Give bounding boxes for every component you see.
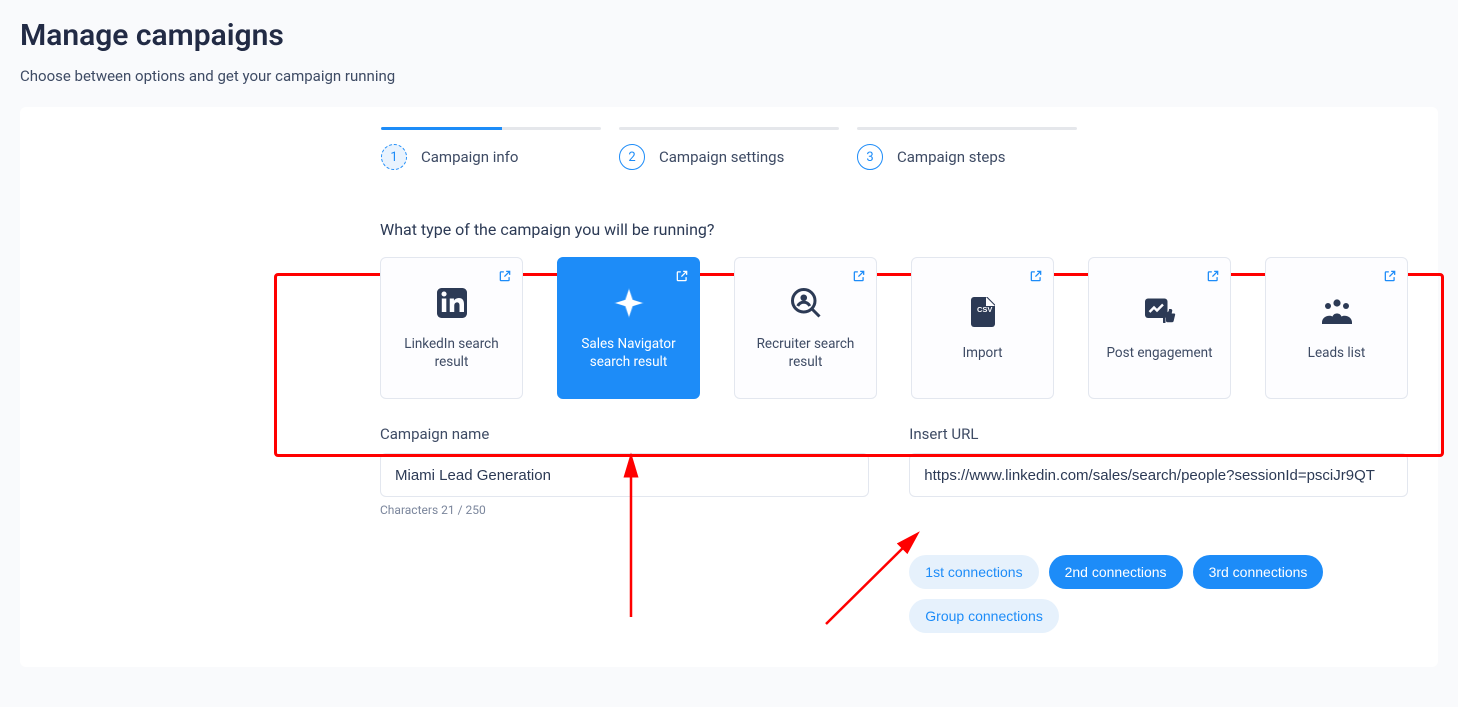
step-progress-bar <box>619 127 839 130</box>
type-card-label: Import <box>962 344 1002 362</box>
type-card-leads-list[interactable]: Leads list <box>1265 257 1408 399</box>
chip-3rd-connections[interactable]: 3rd connections <box>1193 555 1324 589</box>
type-card-recruiter-search[interactable]: Recruiter search result <box>734 257 877 399</box>
step-number: 2 <box>619 144 645 170</box>
insert-url-input[interactable] <box>909 453 1408 497</box>
type-card-sales-navigator[interactable]: Sales Navigator search result <box>557 257 700 399</box>
type-card-import[interactable]: CSV Import <box>911 257 1054 399</box>
step-label: Campaign steps <box>897 148 1006 166</box>
compass-icon <box>611 285 647 321</box>
page-title: Manage campaigns <box>20 18 1438 53</box>
external-link-icon <box>675 268 689 282</box>
type-card-linkedin-search[interactable]: LinkedIn search result <box>380 257 523 399</box>
type-card-label: Leads list <box>1308 344 1366 362</box>
type-card-label: LinkedIn search result <box>391 335 512 371</box>
type-card-label: Sales Navigator search result <box>568 335 689 371</box>
step-number: 3 <box>857 144 883 170</box>
step-progress-bar <box>381 127 601 130</box>
type-card-post-engagement[interactable]: Post engagement <box>1088 257 1231 399</box>
person-search-icon <box>788 285 824 321</box>
chip-group-connections[interactable]: Group connections <box>909 599 1059 633</box>
campaign-name-label: Campaign name <box>380 425 869 443</box>
people-group-icon <box>1319 294 1355 330</box>
step-number: 1 <box>381 144 407 170</box>
chart-thumb-icon <box>1142 294 1178 330</box>
svg-text:CSV: CSV <box>977 305 992 314</box>
connection-degree-chips: 1st connections 2nd connections 3rd conn… <box>909 555 1408 633</box>
campaign-type-row: LinkedIn search result Sales Navigator s… <box>380 257 1408 399</box>
step-label: Campaign settings <box>659 148 784 166</box>
type-card-label: Post engagement <box>1106 344 1212 362</box>
step-campaign-steps[interactable]: 3 Campaign steps <box>857 127 1077 170</box>
step-campaign-settings[interactable]: 2 Campaign settings <box>619 127 839 170</box>
external-link-icon <box>498 268 512 282</box>
campaign-type-question: What type of the campaign you will be ru… <box>380 220 1408 239</box>
external-link-icon <box>852 268 866 282</box>
external-link-icon <box>1206 268 1220 282</box>
insert-url-label: Insert URL <box>909 425 1408 443</box>
page-subtitle: Choose between options and get your camp… <box>20 67 1438 85</box>
char-counter: Characters 21 / 250 <box>380 503 869 517</box>
linkedin-icon <box>434 285 470 321</box>
campaign-name-input[interactable] <box>380 453 869 497</box>
form-row: Campaign name Characters 21 / 250 Insert… <box>380 425 1408 633</box>
step-campaign-info[interactable]: 1 Campaign info <box>381 127 601 170</box>
chip-2nd-connections[interactable]: 2nd connections <box>1049 555 1183 589</box>
step-progress-bar <box>857 127 1077 130</box>
step-label: Campaign info <box>421 148 518 166</box>
wizard-card: 1 Campaign info 2 Campaign settings 3 Ca… <box>20 107 1438 667</box>
chip-1st-connections[interactable]: 1st connections <box>909 555 1038 589</box>
csv-file-icon: CSV <box>965 294 1001 330</box>
stepper: 1 Campaign info 2 Campaign settings 3 Ca… <box>381 127 1077 170</box>
external-link-icon <box>1383 268 1397 282</box>
external-link-icon <box>1029 268 1043 282</box>
type-card-label: Recruiter search result <box>745 335 866 371</box>
